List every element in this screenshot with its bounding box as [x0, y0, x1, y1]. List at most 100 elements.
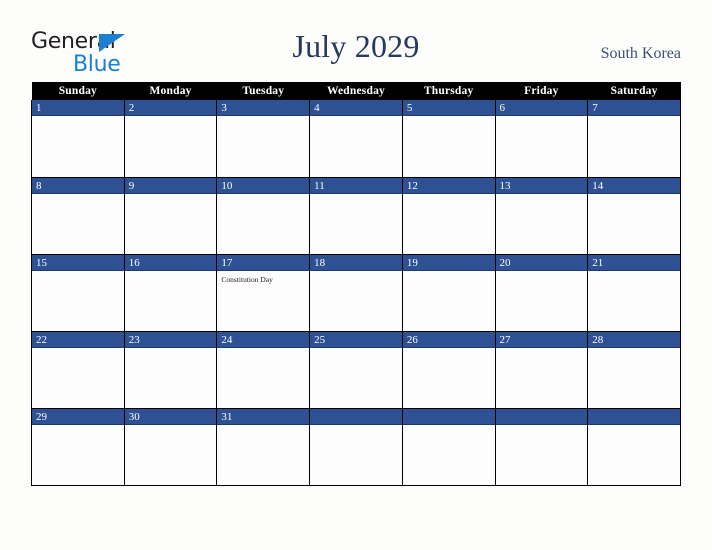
calendar-day-cell[interactable]: 24 — [216, 331, 311, 409]
day-number: 22 — [32, 331, 124, 348]
day-number: 28 — [588, 331, 680, 348]
calendar-header-row: Sunday Monday Tuesday Wednesday Thursday Frid… — [31, 82, 681, 100]
calendar-day-cell[interactable]: 2 — [123, 100, 218, 178]
calendar-week-row: 15 16 17 Constitution Day 18 19 20 21 — [31, 254, 681, 332]
weekday-header-monday: Monday — [124, 82, 217, 100]
day-number: 12 — [402, 177, 495, 194]
calendar-day-cell[interactable]: 3 — [216, 100, 311, 178]
calendar-day-cell[interactable]: 9 — [123, 177, 218, 255]
page-title: July 2029 — [292, 28, 420, 64]
day-events — [125, 348, 217, 352]
day-number: 26 — [402, 331, 495, 348]
day-number: 1 — [32, 100, 124, 116]
day-events — [125, 271, 217, 275]
calendar-day-cell[interactable]: 19 — [401, 254, 496, 332]
day-events — [217, 348, 309, 352]
day-events — [310, 194, 402, 198]
day-events: Constitution Day — [217, 271, 309, 285]
calendar-day-cell[interactable]: 27 — [494, 331, 589, 409]
calendar-empty-cell[interactable] — [309, 408, 403, 486]
calendar-day-cell[interactable]: 5 — [401, 100, 496, 178]
weekday-header-sunday: Sunday — [31, 82, 125, 100]
calendar-day-cell[interactable]: 1 — [31, 100, 125, 178]
day-events — [496, 348, 588, 352]
day-number: 19 — [402, 254, 495, 271]
day-number — [402, 408, 495, 425]
day-number: 20 — [495, 254, 588, 271]
day-events — [217, 116, 309, 120]
day-events — [32, 116, 124, 120]
day-events — [310, 425, 402, 429]
day-number: 13 — [495, 177, 588, 194]
day-events — [403, 348, 495, 352]
day-number — [495, 408, 588, 425]
calendar-empty-cell[interactable] — [401, 408, 496, 486]
day-number: 15 — [32, 254, 124, 271]
calendar-day-cell[interactable]: 31 — [216, 408, 311, 486]
day-number: 8 — [32, 177, 124, 194]
calendar-day-cell[interactable]: 20 — [494, 254, 589, 332]
calendar-empty-cell[interactable] — [587, 408, 681, 486]
day-events — [310, 116, 402, 120]
logo-triangle-icon — [99, 34, 125, 52]
day-events — [403, 194, 495, 198]
weekday-header-friday: Friday — [495, 82, 588, 100]
calendar-day-cell[interactable]: 21 — [587, 254, 681, 332]
calendar-day-cell[interactable]: 13 — [494, 177, 589, 255]
calendar-empty-cell[interactable] — [494, 408, 589, 486]
calendar-day-cell[interactable]: 8 — [31, 177, 125, 255]
day-number: 29 — [32, 408, 124, 425]
calendar-day-cell[interactable]: 4 — [309, 100, 403, 178]
calendar-day-cell[interactable]: 12 — [401, 177, 496, 255]
day-number: 9 — [124, 177, 217, 194]
calendar-day-cell[interactable]: 10 — [216, 177, 311, 255]
general-blue-logo: General Blue — [31, 30, 191, 78]
weekday-header-saturday: Saturday — [587, 82, 681, 100]
calendar-day-cell[interactable]: 7 — [587, 100, 681, 178]
day-events — [217, 425, 309, 429]
page-header: General Blue July 2029 South Korea — [0, 0, 712, 82]
day-events — [588, 116, 680, 120]
day-events — [403, 116, 495, 120]
day-number: 10 — [217, 177, 310, 194]
calendar-day-cell[interactable]: 6 — [494, 100, 589, 178]
calendar-day-cell[interactable]: 15 — [31, 254, 125, 332]
day-number: 25 — [310, 331, 402, 348]
calendar-week-row: 22 23 24 25 26 27 28 — [31, 331, 681, 409]
calendar-day-cell[interactable]: 26 — [401, 331, 496, 409]
monthly-calendar-table: Sunday Monday Tuesday Wednesday Thursday Frid… — [31, 82, 681, 486]
day-events — [588, 348, 680, 352]
calendar-day-cell[interactable]: 23 — [123, 331, 218, 409]
day-number — [588, 408, 680, 425]
day-number: 14 — [588, 177, 680, 194]
day-number: 21 — [588, 254, 680, 271]
day-events — [32, 194, 124, 198]
day-number: 7 — [588, 100, 680, 116]
calendar-day-cell[interactable]: 25 — [309, 331, 403, 409]
calendar-day-cell[interactable]: 14 — [587, 177, 681, 255]
day-number: 31 — [217, 408, 310, 425]
day-number: 5 — [402, 100, 495, 116]
day-number: 16 — [124, 254, 217, 271]
calendar-week-row: 1234567 — [31, 100, 681, 178]
day-number: 18 — [310, 254, 402, 271]
day-events — [310, 271, 402, 275]
holiday-event-label: Constitution Day — [221, 274, 273, 284]
day-number: 3 — [217, 100, 310, 116]
calendar-day-cell[interactable]: 11 — [309, 177, 403, 255]
day-number: 24 — [217, 331, 310, 348]
day-number: 30 — [124, 408, 217, 425]
calendar-week-row: 8 9 10 11 12 13 14 — [31, 177, 681, 255]
weekday-header-tuesday: Tuesday — [216, 82, 310, 100]
day-events — [217, 194, 309, 198]
calendar-day-cell[interactable]: 22 — [31, 331, 125, 409]
calendar-day-cell[interactable]: 29 — [31, 408, 125, 486]
calendar-day-cell[interactable]: 30 — [123, 408, 218, 486]
day-number: 2 — [124, 100, 217, 116]
calendar-day-cell[interactable]: 28 — [587, 331, 681, 409]
calendar-day-cell[interactable]: 17 Constitution Day — [216, 254, 311, 332]
weekday-names-row: Sunday Monday Tuesday Wednesday Thursday Frid… — [31, 82, 681, 100]
day-events — [496, 425, 588, 429]
calendar-day-cell[interactable]: 18 — [309, 254, 403, 332]
calendar-day-cell[interactable]: 16 — [123, 254, 218, 332]
